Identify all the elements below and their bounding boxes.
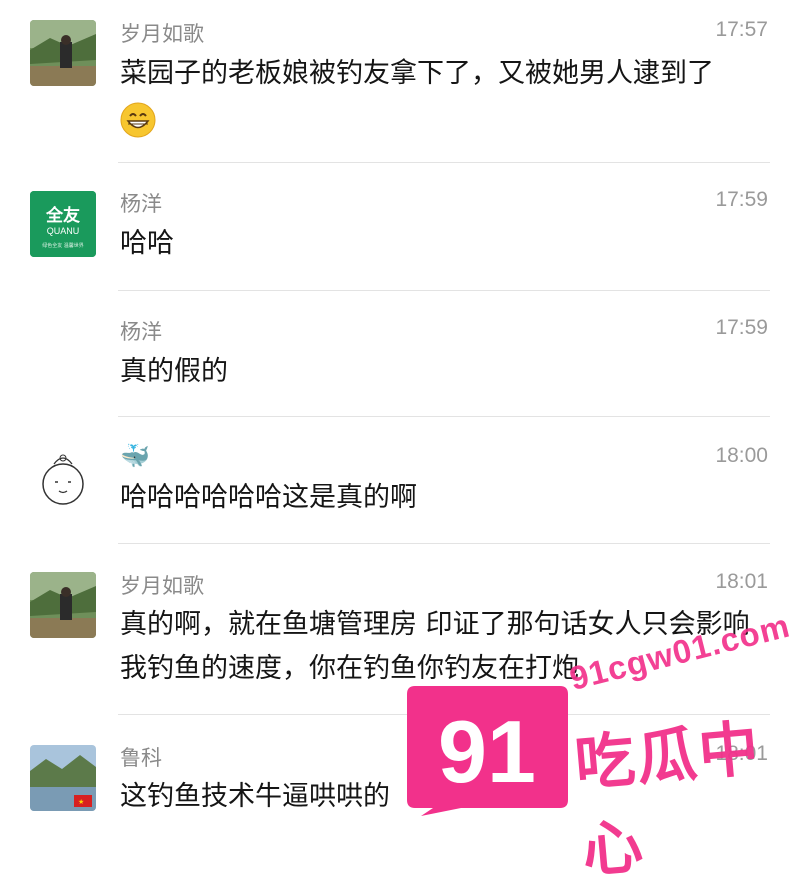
sender-name: 鲁科 (120, 746, 162, 770)
message-text: 菜园子的老板娘被钓友拿下了，又被她男人逮到了 (120, 52, 770, 152)
sender-name: 岁月如歌 (120, 22, 204, 46)
watermark-number: 91 (438, 702, 536, 801)
quanu-logo-avatar: 全友 QUANU 绿色全友 温馨世界 (30, 191, 96, 257)
avatar[interactable]: ★ (30, 745, 96, 811)
svg-text:★: ★ (78, 798, 84, 806)
message-text-content: 菜园子的老板娘被钓友拿下了，又被她男人逮到了 (120, 58, 714, 89)
watermark-logo: 91 (407, 686, 568, 816)
message-time: 18:01 (715, 570, 768, 593)
watermark-name: 吃瓜中心 (572, 713, 764, 887)
quanu-logo-tagline: 绿色全友 温馨世界 (42, 242, 84, 249)
message-text: 哈哈哈哈哈哈这是真的啊 (120, 482, 417, 513)
message-time: 17:57 (715, 18, 768, 41)
divider (118, 416, 770, 417)
divider (118, 290, 770, 291)
quanu-logo-subtext: QUANU (47, 226, 80, 236)
divider (118, 543, 770, 544)
doodle-face-avatar (30, 446, 96, 512)
avatar[interactable] (30, 572, 96, 638)
sender-name: 🐳 (120, 442, 150, 470)
message-time: 17:59 (715, 316, 768, 339)
divider (118, 162, 770, 163)
avatar[interactable]: 全友 QUANU 绿色全友 温馨世界 (30, 191, 96, 257)
message-time: 17:59 (715, 188, 768, 211)
sender-name: 杨洋 (120, 320, 162, 344)
watermark-badge: 91 (405, 682, 570, 821)
landscape-photo-avatar (30, 572, 96, 638)
sender-name: 杨洋 (120, 192, 162, 216)
message-time: 18:00 (715, 444, 768, 467)
landscape-photo-avatar (30, 20, 96, 86)
quanu-logo-text: 全友 (45, 205, 80, 226)
message-text: 真的假的 (120, 356, 228, 387)
grinning-face-emoji (120, 102, 770, 152)
grinning-face-icon (120, 102, 156, 138)
avatar[interactable] (30, 446, 96, 512)
river-photo-avatar: ★ (30, 745, 96, 811)
avatar[interactable] (30, 20, 96, 86)
message-text: 哈哈 (120, 228, 174, 259)
sender-name: 岁月如歌 (120, 574, 204, 598)
